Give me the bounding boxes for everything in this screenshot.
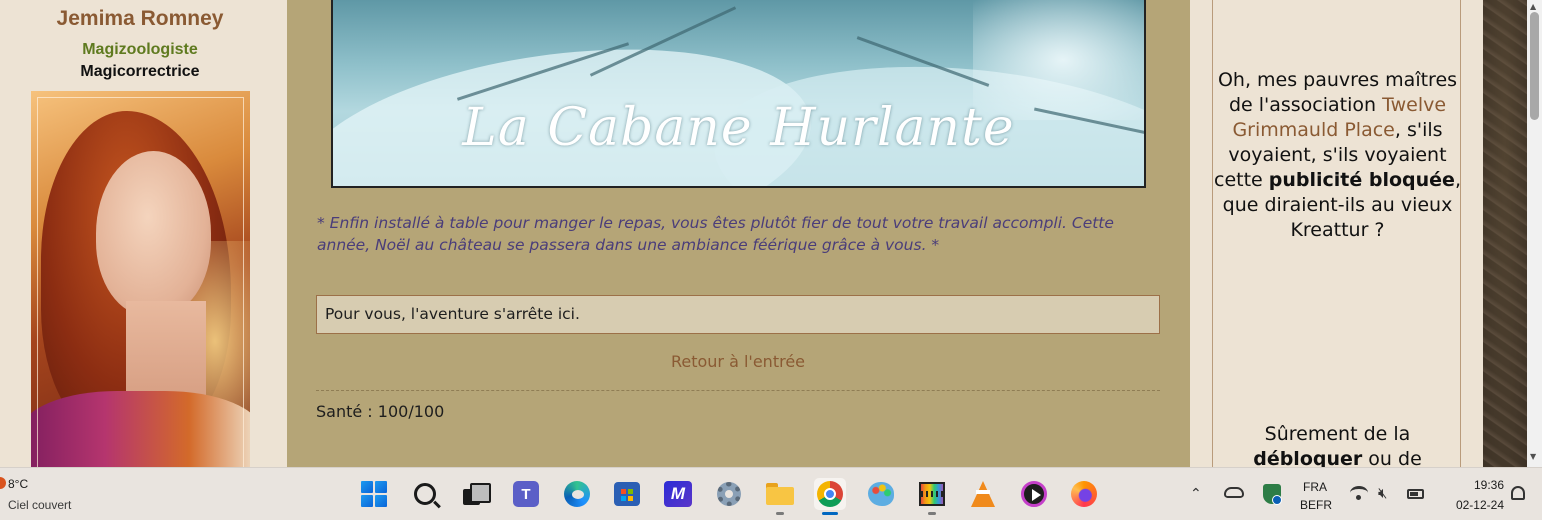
clock-date[interactable]: 02-12-24 <box>1440 498 1504 512</box>
character-name[interactable]: Jemima Romney <box>0 7 280 31</box>
onedrive-cloud-icon[interactable] <box>1224 487 1244 498</box>
chrome-icon <box>817 481 843 507</box>
adblock-message-continued: Sûrement de la débloquer ou de <box>1213 422 1462 472</box>
scroll-up-arrow-icon[interactable]: ▲ <box>1530 2 1536 11</box>
browser-viewport: Jemima Romney Magizoologiste Magicorrect… <box>0 0 1542 520</box>
health-status: Santé : 100/100 <box>316 402 445 421</box>
windows-logo-icon <box>361 481 387 507</box>
chevron-up-icon[interactable]: ⌃ <box>1190 486 1202 502</box>
running-indicator <box>776 512 784 515</box>
portrait-frame <box>37 97 244 467</box>
running-indicator <box>928 512 936 515</box>
adblock-emphasis: publicité bloquée <box>1268 169 1455 191</box>
banner-title: La Cabane Hurlante <box>462 98 1015 158</box>
wifi-icon[interactable] <box>1350 486 1368 500</box>
search-button[interactable] <box>409 478 441 510</box>
battery-icon[interactable] <box>1407 489 1424 499</box>
notification-bell-icon[interactable] <box>1511 486 1525 500</box>
firefox-icon <box>1071 481 1097 507</box>
play-icon <box>1021 481 1047 507</box>
security-shield-icon[interactable] <box>1263 484 1282 505</box>
clock-time[interactable]: 19:36 <box>1440 478 1504 492</box>
main-content: La Cabane Hurlante * Enfin installé à ta… <box>287 0 1190 467</box>
decorative-background <box>1483 0 1527 467</box>
paint-button[interactable] <box>865 478 897 510</box>
adblock-message: Oh, mes pauvres maîtres de l'association… <box>1213 68 1462 243</box>
copilot-button[interactable]: M <box>662 478 694 510</box>
keyboard-layout: BEFR <box>1300 498 1333 512</box>
media-player-button[interactable] <box>1018 478 1050 510</box>
store-button[interactable] <box>611 478 643 510</box>
scroll-thumb[interactable] <box>1530 12 1539 120</box>
divider <box>316 390 1160 391</box>
weather-temperature[interactable]: 8°C <box>8 477 28 491</box>
start-button[interactable] <box>358 478 390 510</box>
weather-description[interactable]: Ciel couvert <box>8 498 71 512</box>
scroll-down-arrow-icon[interactable]: ▼ <box>1530 452 1536 461</box>
weather-icon[interactable] <box>0 477 6 489</box>
input-language[interactable]: FRA BEFR <box>1300 478 1333 514</box>
teams-icon: T <box>513 481 539 507</box>
character-role-primary: Magizoologiste <box>82 41 198 58</box>
narration-text: * Enfin installé à table pour manger le … <box>317 214 1114 254</box>
scene-banner: La Cabane Hurlante <box>331 0 1146 188</box>
folder-icon <box>766 483 794 505</box>
edge-button[interactable] <box>561 478 593 510</box>
active-indicator <box>822 512 838 515</box>
search-icon <box>414 483 436 505</box>
right-sidebar: Oh, mes pauvres maîtres de l'association… <box>1190 0 1483 470</box>
language-code: FRA <box>1303 480 1327 494</box>
film-icon <box>919 482 945 506</box>
adblock-text: Sûrement de la <box>1264 423 1411 445</box>
task-view-icon <box>463 483 491 505</box>
character-role-secondary: Magicorrectrice <box>80 63 200 80</box>
outcome-message: Pour vous, l'aventure s'arrête ici. <box>316 295 1160 334</box>
copilot-icon: M <box>664 481 692 507</box>
chrome-button[interactable] <box>814 478 846 515</box>
palette-icon <box>868 482 894 506</box>
photos-button[interactable] <box>916 478 948 515</box>
settings-button[interactable] <box>713 478 745 510</box>
character-portrait <box>31 91 250 467</box>
character-sidebar: Jemima Romney Magizoologiste Magicorrect… <box>0 0 287 467</box>
return-to-entrance-link[interactable]: Retour à l'entrée <box>316 352 1160 371</box>
file-explorer-button[interactable] <box>764 478 796 515</box>
store-icon <box>614 482 640 506</box>
windows-taskbar: 8°C Ciel couvert T M ⌃ FRA BEFR 🔇︎ 19:36 … <box>0 467 1542 520</box>
vlc-button[interactable] <box>967 478 999 510</box>
gear-icon <box>717 482 741 506</box>
firefox-button[interactable] <box>1068 478 1100 510</box>
edge-icon <box>564 481 590 507</box>
vertical-scrollbar[interactable]: ▲ ▼ <box>1527 0 1542 467</box>
volume-muted-icon[interactable]: 🔇︎ <box>1378 484 1387 502</box>
vlc-cone-icon <box>971 481 995 507</box>
task-view-button[interactable] <box>459 478 491 510</box>
teams-button[interactable]: T <box>510 478 542 510</box>
adblock-panel: Oh, mes pauvres maîtres de l'association… <box>1212 0 1462 470</box>
